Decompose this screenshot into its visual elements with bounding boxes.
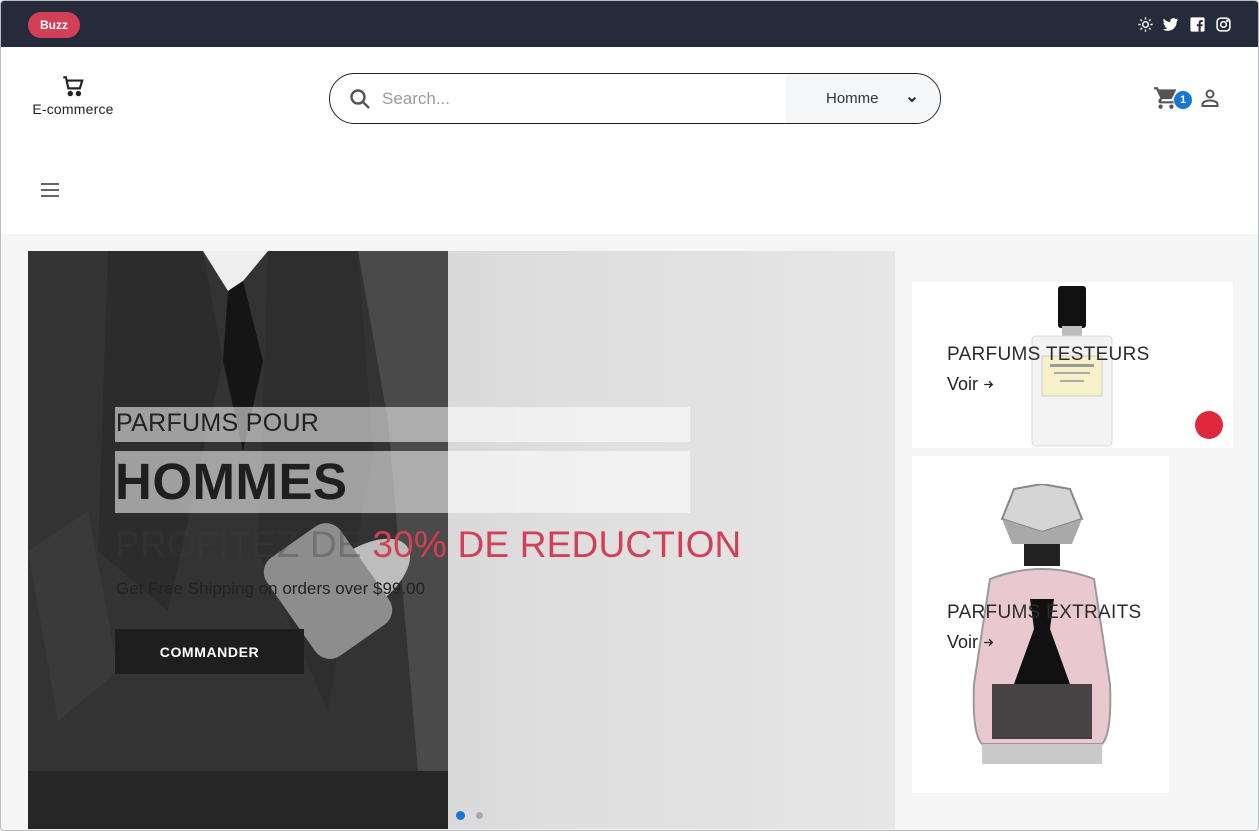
cart-count-badge: 1 (1174, 91, 1192, 109)
card-title: PARFUMS TESTEURS (947, 344, 1150, 365)
hero-promo: PROFITEZ DE 30% DE REDUCTION (115, 524, 741, 566)
category-label: Homme (826, 90, 879, 107)
top-bar: Buzz (1, 1, 1258, 47)
chevron-down-icon (907, 96, 917, 103)
app-frame: Buzz E-commerce Homme 1 (0, 0, 1259, 831)
card-link-label: Voir (947, 374, 979, 394)
user-icon[interactable] (1198, 86, 1222, 110)
logo[interactable]: E-commerce (28, 73, 118, 117)
promo-badge-icon (1195, 411, 1223, 439)
hero-promo-prefix: PROFITEZ DE (115, 524, 373, 565)
slider-dot-active[interactable] (456, 811, 465, 820)
arrow-right-icon (984, 638, 994, 647)
category-select[interactable]: Homme (786, 74, 940, 123)
card-title: PARFUMS EXTRAITS (947, 602, 1142, 623)
hero-subtitle: PARFUMS POUR (116, 409, 320, 437)
perfume-bottle-image (972, 484, 1112, 764)
slider-dot[interactable] (476, 812, 483, 819)
facebook-icon[interactable] (1189, 16, 1206, 33)
card-link[interactable]: Voir (947, 632, 995, 653)
card-link[interactable]: Voir (947, 374, 995, 395)
search-input[interactable] (382, 83, 782, 115)
cart-logo-icon (63, 76, 84, 97)
order-button[interactable]: COMMANDER (115, 629, 304, 674)
card-parfums-testeurs[interactable]: PARFUMS TESTEURS Voir (912, 282, 1233, 448)
hero-slider: PARFUMS POUR HOMMES PROFITEZ DE 30% DE R… (28, 251, 895, 829)
card-parfums-extraits[interactable]: PARFUMS EXTRAITS Voir (912, 456, 1169, 793)
card-link-label: Voir (947, 632, 979, 652)
twitter-icon[interactable] (1162, 16, 1179, 33)
logo-text: E-commerce (32, 101, 114, 117)
search-bar: Homme (329, 73, 941, 124)
instagram-icon[interactable] (1215, 16, 1232, 33)
buzz-badge[interactable]: Buzz (28, 12, 80, 38)
arrow-right-icon (984, 380, 994, 389)
hero-title: HOMMES (115, 453, 348, 510)
hero-promo-highlight: 30% DE REDUCTION (372, 524, 742, 565)
hero-note: Get Free Shipping on orders over $99.00 (116, 579, 426, 598)
menu-icon[interactable] (37, 178, 63, 202)
header: E-commerce Homme 1 (1, 47, 1258, 234)
search-icon (350, 89, 370, 109)
sun-icon[interactable] (1137, 16, 1154, 33)
